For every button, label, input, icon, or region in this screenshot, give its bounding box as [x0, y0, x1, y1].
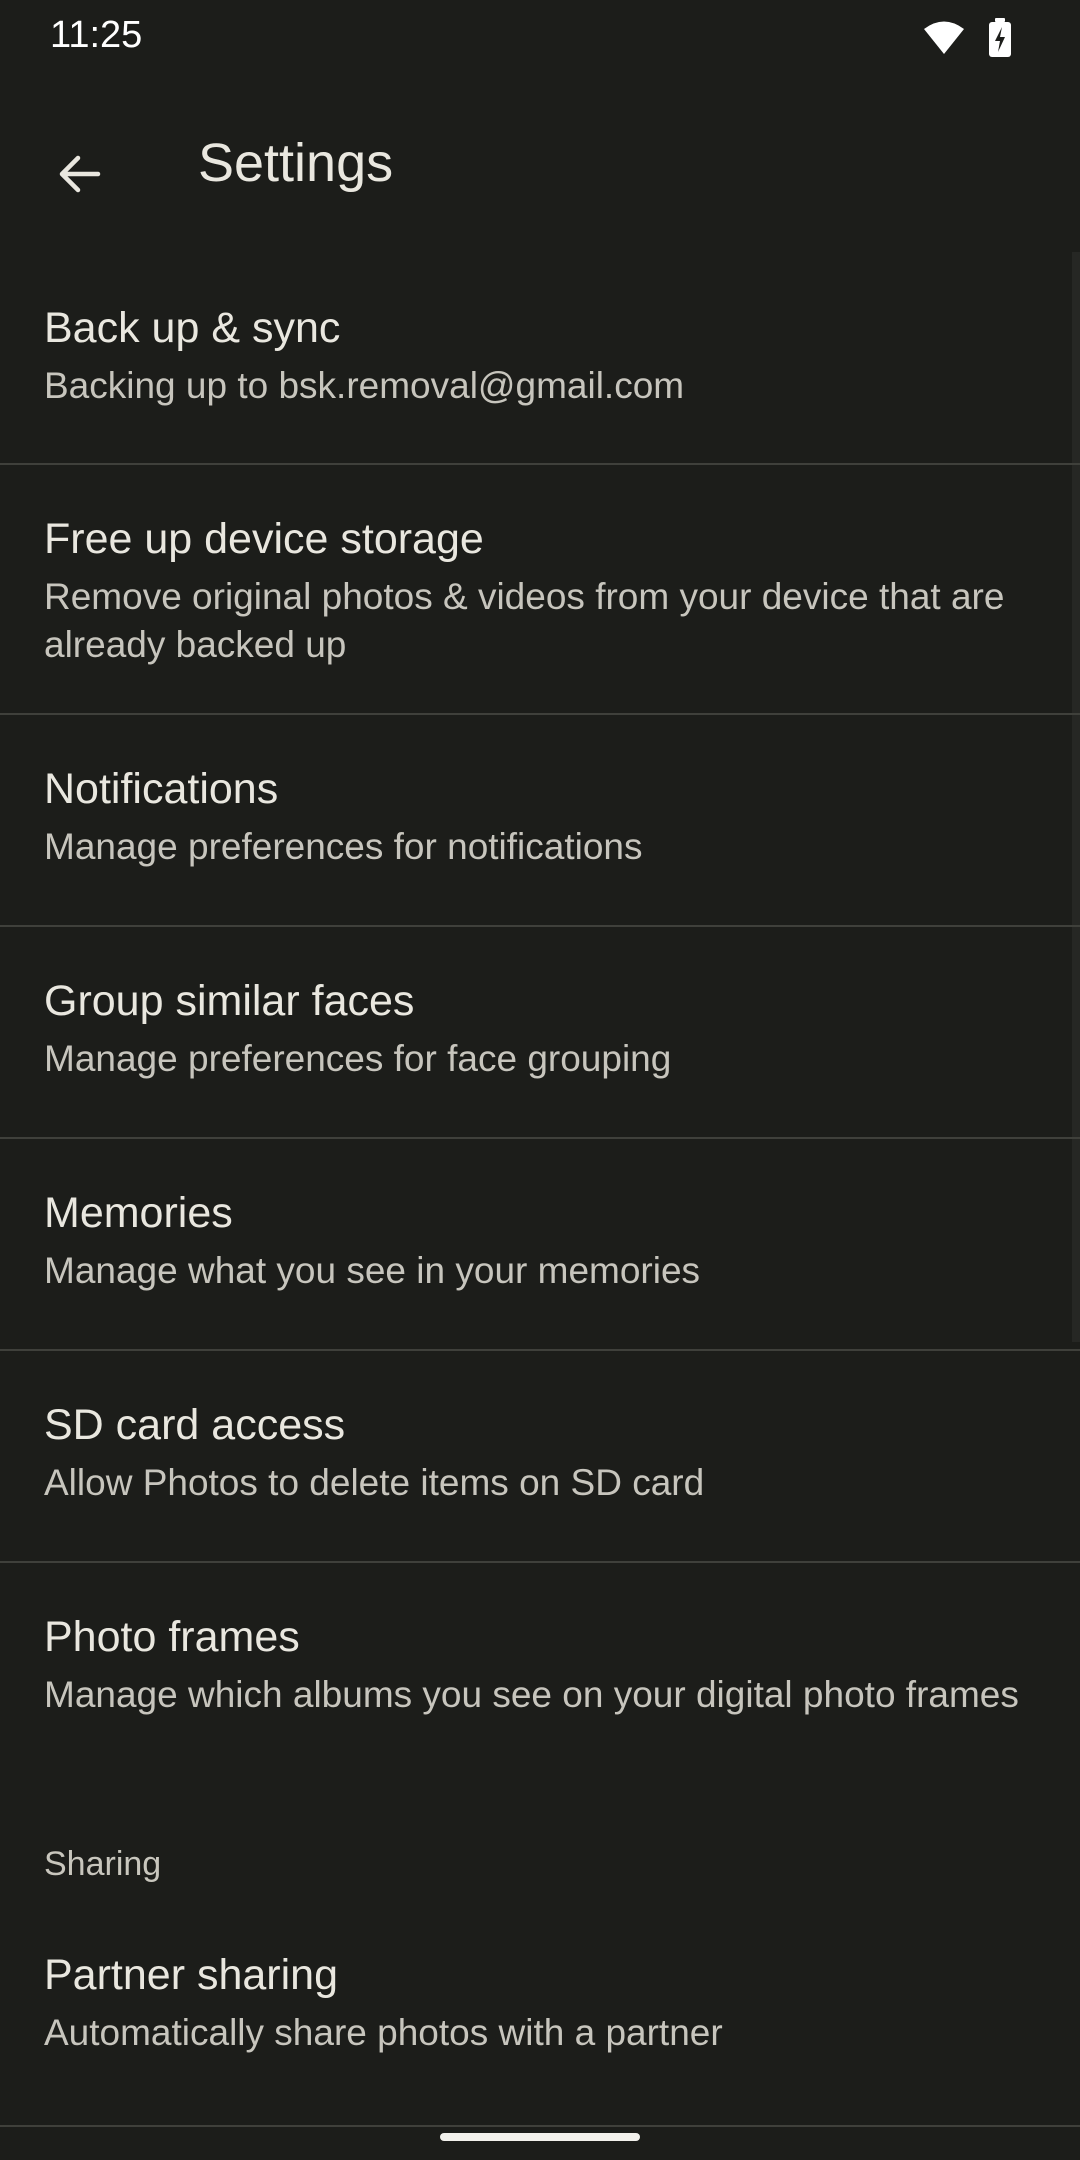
section-header-sharing: Sharing: [44, 1845, 162, 1883]
settings-item-free-up-storage[interactable]: Free up device storage Remove original p…: [0, 465, 1080, 715]
item-title: Photo frames: [44, 1613, 300, 1661]
back-button[interactable]: [30, 128, 126, 224]
item-subtitle: Manage what you see in your memories: [44, 1250, 701, 1291]
settings-item-photo-frames[interactable]: Photo frames Manage which albums you see…: [0, 1563, 1080, 1823]
item-subtitle: Manage preferences for face grouping: [44, 1038, 672, 1079]
item-title: SD card access: [44, 1401, 346, 1449]
page-title: Settings: [198, 133, 394, 193]
item-title: Memories: [44, 1189, 233, 1237]
item-title: Notifications: [44, 765, 279, 813]
settings-list: Back up & sync Backing up to bsk.removal…: [0, 254, 1080, 2127]
app-bar: Settings: [0, 78, 1080, 254]
item-title: Back up & sync: [44, 304, 341, 352]
item-title: Partner sharing: [44, 1951, 338, 1999]
item-subtitle: Remove original photos & videos from you…: [44, 576, 1005, 665]
status-bar: 11:25: [0, 0, 1080, 78]
item-subtitle: Manage preferences for notifications: [44, 826, 643, 867]
status-icons: [922, 18, 1012, 63]
item-subtitle: Allow Photos to delete items on SD card: [44, 1462, 705, 1503]
settings-item-sd-card[interactable]: SD card access Allow Photos to delete it…: [0, 1351, 1080, 1563]
settings-item-backup-sync[interactable]: Back up & sync Backing up to bsk.removal…: [0, 254, 1080, 465]
item-title: Group similar faces: [44, 977, 415, 1025]
settings-item-partner-sharing[interactable]: Partner sharing Automatically share phot…: [0, 1901, 1080, 2127]
settings-item-group-faces[interactable]: Group similar faces Manage preferences f…: [0, 927, 1080, 1139]
battery-charging-icon: [988, 18, 1012, 63]
settings-item-memories[interactable]: Memories Manage what you see in your mem…: [0, 1139, 1080, 1351]
item-subtitle: Backing up to bsk.removal@gmail.com: [44, 365, 685, 406]
status-time: 11:25: [50, 14, 143, 56]
item-subtitle: Automatically share photos with a partne…: [44, 2012, 723, 2053]
arrow-back-icon: [54, 150, 102, 203]
settings-item-notifications[interactable]: Notifications Manage preferences for not…: [0, 715, 1080, 927]
item-title: Free up device storage: [44, 515, 484, 563]
wifi-icon: [922, 20, 966, 61]
item-subtitle: Manage which albums you see on your digi…: [44, 1674, 1019, 1715]
home-indicator[interactable]: [440, 2133, 640, 2141]
